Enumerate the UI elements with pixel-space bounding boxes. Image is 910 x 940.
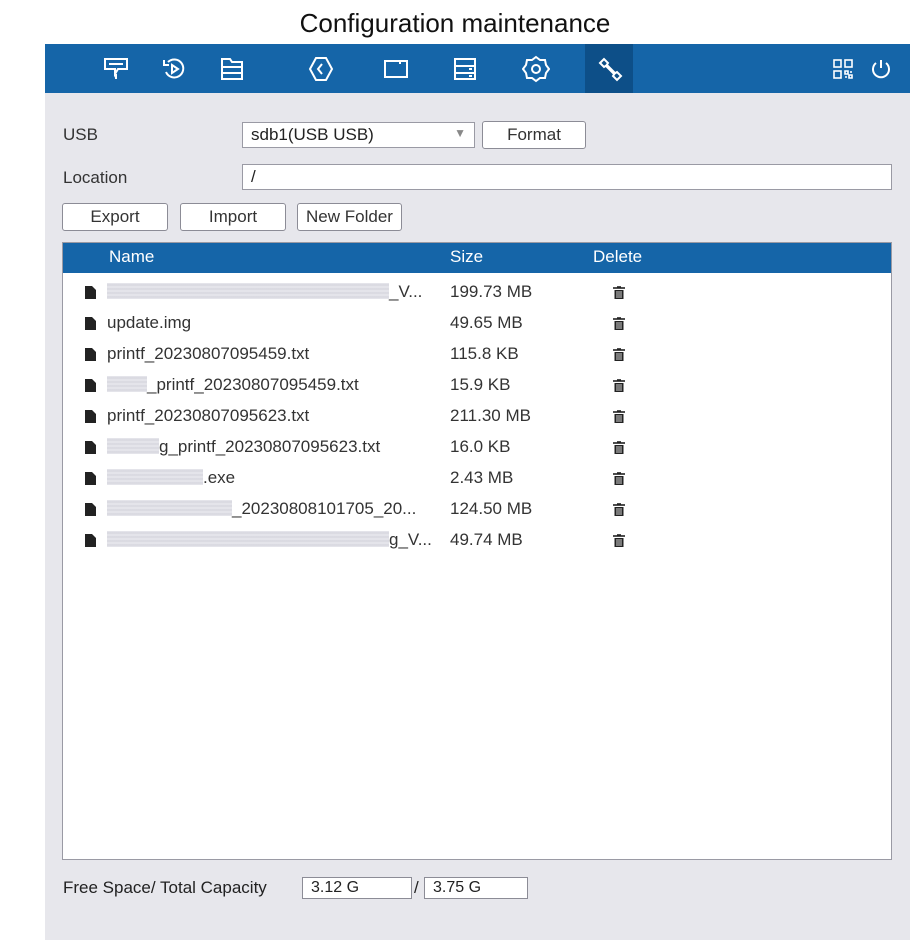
redacted-text <box>107 376 147 392</box>
column-header-name[interactable]: Name <box>109 247 154 267</box>
file-icon <box>85 286 96 299</box>
file-name: g_printf_20230807095623.txt <box>107 437 380 457</box>
file-name: update.img <box>107 313 191 333</box>
file-size: 15.9 KB <box>450 375 511 394</box>
page-title: Configuration maintenance <box>299 8 611 38</box>
file-name-text: _printf_20230807095459.txt <box>147 375 359 394</box>
import-button[interactable]: Import <box>180 203 286 231</box>
file-icon <box>85 441 96 454</box>
file-name-text: g_printf_20230807095623.txt <box>159 437 381 456</box>
table-row[interactable]: printf_20230807095459.txt 115.8 KB <box>63 339 891 370</box>
trash-icon[interactable] <box>613 502 625 522</box>
file-name: g_V... <box>107 530 432 550</box>
redacted-text <box>107 438 159 454</box>
export-button[interactable]: Export <box>62 203 168 231</box>
file-name: printf_20230807095623.txt <box>107 406 309 426</box>
table-header: Name Size Delete <box>63 243 891 273</box>
main-toolbar <box>45 44 910 93</box>
format-button[interactable]: Format <box>482 121 586 149</box>
file-size: 115.8 KB <box>450 344 519 363</box>
redacted-text <box>107 283 389 299</box>
redacted-text <box>107 469 203 485</box>
table-row[interactable]: g_V... 49.74 MB <box>63 525 891 556</box>
new-folder-button[interactable]: New Folder <box>297 203 402 231</box>
dropdown-caret-icon: ▼ <box>454 126 466 140</box>
trash-icon[interactable] <box>613 533 625 553</box>
file-name: .exe <box>107 468 235 488</box>
file-list-table: Name Size Delete _V... 199.73 MB update.im… <box>62 242 892 860</box>
file-size: 2.43 MB <box>450 468 514 487</box>
column-header-delete: Delete <box>593 247 643 266</box>
table-row[interactable]: printf_20230807095623.txt 211.30 MB <box>63 401 891 432</box>
file-name-text: printf_20230807095459.txt <box>107 344 310 363</box>
file-size: 16.0 KB <box>450 437 511 456</box>
storage-icon[interactable] <box>441 44 489 93</box>
trash-icon[interactable] <box>613 471 625 491</box>
table-row[interactable]: _printf_20230807095459.txt 15.9 KB <box>63 370 891 401</box>
location-label: Location <box>63 168 128 187</box>
usb-label: USB <box>63 125 98 144</box>
file-icon <box>85 503 96 516</box>
total-capacity-value: 3.75 G <box>424 877 528 899</box>
playback-icon[interactable] <box>150 44 198 93</box>
file-icon <box>85 317 96 330</box>
capacity-separator: / <box>414 878 419 897</box>
usb-device-select[interactable]: sdb1(USB USB) ▼ <box>242 122 475 148</box>
file-size: 49.74 MB <box>450 530 523 549</box>
file-size: 211.30 MB <box>450 406 531 425</box>
file-name-text: _20230808101705_20... <box>232 499 417 518</box>
file-name-text: printf_20230807095623.txt <box>107 406 310 425</box>
maintenance-icon[interactable] <box>585 44 633 93</box>
file-size: 124.50 MB <box>450 499 533 518</box>
display-icon[interactable] <box>92 44 140 93</box>
file-name-text: .exe <box>203 468 236 487</box>
power-icon[interactable] <box>863 44 899 93</box>
file-name: _20230808101705_20... <box>107 499 416 519</box>
table-row[interactable]: .exe 2.43 MB <box>63 463 891 494</box>
trash-icon[interactable] <box>613 409 625 429</box>
file-name-text: g_V... <box>389 530 432 549</box>
file-name: _V... <box>107 282 422 302</box>
trash-icon[interactable] <box>613 440 625 460</box>
file-icon <box>85 534 96 547</box>
capacity-label: Free Space/ Total Capacity <box>63 878 267 897</box>
column-header-size[interactable]: Size <box>450 247 483 267</box>
usb-device-value: sdb1(USB USB) <box>251 125 374 144</box>
free-space-value: 3.12 G <box>302 877 412 899</box>
channel-icon[interactable] <box>372 44 420 93</box>
file-size: 199.73 MB <box>450 282 533 301</box>
table-row[interactable]: update.img 49.65 MB <box>63 308 891 339</box>
trash-icon[interactable] <box>613 285 625 305</box>
alarm-icon[interactable] <box>297 44 345 93</box>
file-size: 49.65 MB <box>450 313 523 332</box>
redacted-text <box>107 531 389 547</box>
qr-code-icon[interactable] <box>825 44 861 93</box>
trash-icon[interactable] <box>613 316 625 336</box>
file-icon[interactable] <box>208 44 256 93</box>
trash-icon[interactable] <box>613 347 625 367</box>
redacted-text <box>107 500 232 516</box>
file-name: _printf_20230807095459.txt <box>107 375 359 395</box>
trash-icon[interactable] <box>613 378 625 398</box>
file-icon <box>85 348 96 361</box>
file-icon <box>85 379 96 392</box>
file-icon <box>85 410 96 423</box>
table-row[interactable]: _20230808101705_20... 124.50 MB <box>63 494 891 525</box>
table-row[interactable]: _V... 199.73 MB <box>63 277 891 308</box>
file-name-text: update.img <box>107 313 192 332</box>
file-name-text: _V... <box>389 282 423 301</box>
file-name: printf_20230807095459.txt <box>107 344 309 364</box>
location-input[interactable]: / <box>242 164 892 190</box>
table-row[interactable]: g_printf_20230807095623.txt 16.0 KB <box>63 432 891 463</box>
file-icon <box>85 472 96 485</box>
settings-icon[interactable] <box>512 44 560 93</box>
